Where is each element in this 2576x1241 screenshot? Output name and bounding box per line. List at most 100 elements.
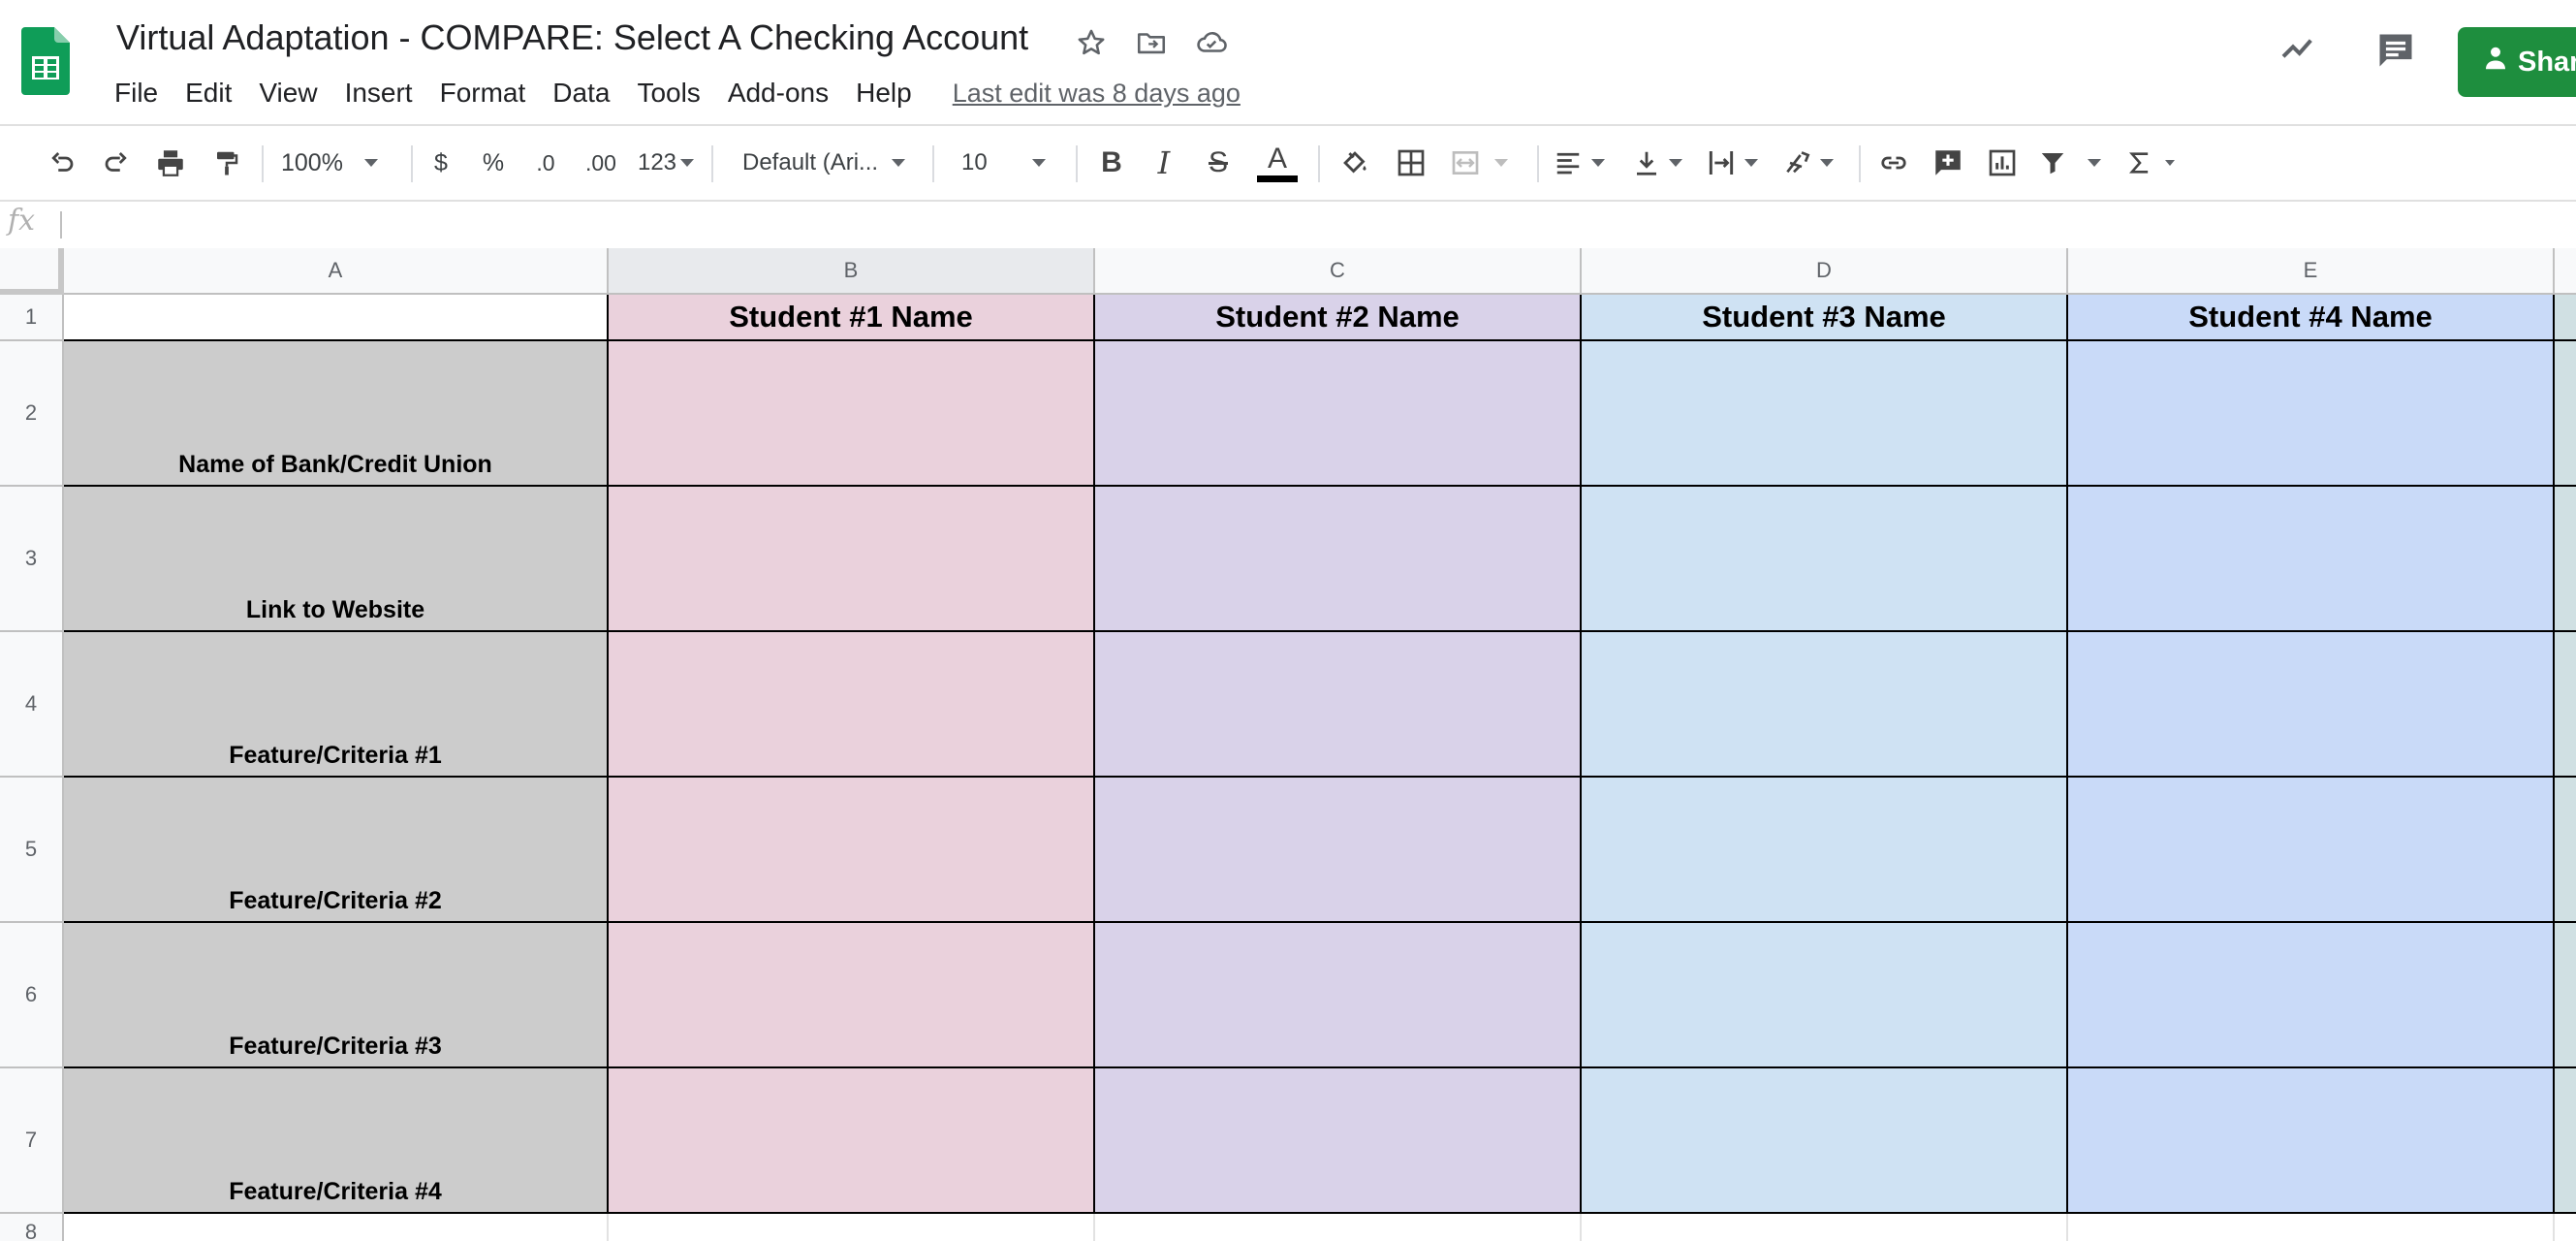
cell-a6[interactable]: Feature/Criteria #3	[64, 923, 609, 1068]
row-header-7[interactable]: 7	[0, 1068, 64, 1214]
percent-format-button[interactable]: %	[479, 138, 508, 188]
cell-d5[interactable]	[1582, 778, 2068, 923]
cell-d2[interactable]	[1582, 341, 2068, 487]
cell-b7[interactable]	[609, 1068, 1095, 1214]
cell-a3[interactable]: Link to Website	[64, 487, 609, 632]
row-header-1[interactable]: 1	[0, 295, 64, 341]
cell-d1[interactable]: Student #3 Name	[1582, 295, 2068, 341]
column-header-a[interactable]: A	[64, 248, 609, 295]
cell-d8[interactable]	[1582, 1214, 2068, 1241]
cell-a1[interactable]	[64, 295, 609, 341]
cell-d7[interactable]	[1582, 1068, 2068, 1214]
italic-button[interactable]: I	[1149, 138, 1178, 188]
row-header-6[interactable]: 6	[0, 923, 64, 1068]
vertical-align-icon[interactable]	[1632, 138, 1690, 188]
cell-c1[interactable]: Student #2 Name	[1095, 295, 1582, 341]
cell-f1[interactable]	[2555, 295, 2576, 341]
insert-chart-icon[interactable]	[1983, 138, 2022, 188]
cell-c3[interactable]	[1095, 487, 1582, 632]
cell-b2[interactable]	[609, 341, 1095, 487]
cell-b1[interactable]: Student #1 Name	[609, 295, 1095, 341]
more-formats-button[interactable]: 123	[634, 138, 698, 188]
cell-b5[interactable]	[609, 778, 1095, 923]
cell-e3[interactable]	[2068, 487, 2555, 632]
cell-a4[interactable]: Feature/Criteria #1	[64, 632, 609, 778]
column-header-b[interactable]: B	[609, 248, 1095, 295]
cell-b6[interactable]	[609, 923, 1095, 1068]
borders-icon[interactable]	[1392, 138, 1430, 188]
document-title[interactable]: Virtual Adaptation - COMPARE: Select A C…	[116, 17, 1028, 58]
bold-button[interactable]: B	[1097, 138, 1126, 188]
cell-e8[interactable]	[2068, 1214, 2555, 1241]
menu-view[interactable]: View	[245, 74, 330, 112]
filter-icon[interactable]	[2037, 138, 2109, 188]
currency-format-button[interactable]: $	[426, 138, 456, 188]
undo-icon[interactable]	[43, 138, 81, 188]
cell-d6[interactable]	[1582, 923, 2068, 1068]
column-header-d[interactable]: D	[1582, 248, 2068, 295]
functions-icon[interactable]	[2126, 138, 2184, 188]
row-header-3[interactable]: 3	[0, 487, 64, 632]
cell-f3[interactable]	[2555, 487, 2576, 632]
cell-c7[interactable]	[1095, 1068, 1582, 1214]
activity-trend-icon[interactable]	[2276, 29, 2320, 73]
decrease-decimal-button[interactable]: .0	[529, 138, 562, 188]
cell-b4[interactable]	[609, 632, 1095, 778]
cell-f5[interactable]	[2555, 778, 2576, 923]
column-header-e[interactable]: E	[2068, 248, 2555, 295]
row-header-5[interactable]: 5	[0, 778, 64, 923]
menu-help[interactable]: Help	[842, 74, 926, 112]
cell-b8[interactable]	[609, 1214, 1095, 1241]
cell-c8[interactable]	[1095, 1214, 1582, 1241]
move-folder-icon[interactable]	[1132, 23, 1171, 62]
redo-icon[interactable]	[97, 138, 136, 188]
text-rotation-icon[interactable]	[1781, 138, 1843, 188]
share-button[interactable]: Shar	[2458, 27, 2576, 97]
cell-e1[interactable]: Student #4 Name	[2068, 295, 2555, 341]
fill-color-icon[interactable]	[1335, 138, 1374, 188]
merge-cells-icon[interactable]	[1448, 138, 1518, 188]
cell-c6[interactable]	[1095, 923, 1582, 1068]
paint-format-icon[interactable]	[207, 138, 246, 188]
cell-e7[interactable]	[2068, 1068, 2555, 1214]
cell-f7[interactable]	[2555, 1068, 2576, 1214]
menu-tools[interactable]: Tools	[623, 74, 713, 112]
font-size-select[interactable]: 10	[961, 138, 1062, 188]
menu-add-ons[interactable]: Add-ons	[714, 74, 842, 112]
zoom-select[interactable]: 100%	[281, 138, 397, 188]
horizontal-align-icon[interactable]	[1553, 138, 1615, 188]
menu-format[interactable]: Format	[426, 74, 540, 112]
print-icon[interactable]	[151, 138, 190, 188]
comments-icon[interactable]	[2374, 29, 2417, 77]
cell-c4[interactable]	[1095, 632, 1582, 778]
cell-c2[interactable]	[1095, 341, 1582, 487]
menu-insert[interactable]: Insert	[331, 74, 426, 112]
cell-e2[interactable]	[2068, 341, 2555, 487]
cell-b3[interactable]	[609, 487, 1095, 632]
insert-link-icon[interactable]	[1874, 138, 1913, 188]
strikethrough-button[interactable]: S	[1204, 138, 1233, 188]
cell-e4[interactable]	[2068, 632, 2555, 778]
cloud-saved-icon[interactable]	[1192, 23, 1231, 62]
text-wrapping-icon[interactable]	[1706, 138, 1764, 188]
sheets-logo-icon[interactable]	[21, 27, 70, 100]
select-all-corner[interactable]	[0, 248, 64, 295]
star-icon[interactable]	[1072, 23, 1111, 62]
last-edit-link[interactable]: Last edit was 8 days ago	[953, 74, 1241, 112]
cell-a8[interactable]	[64, 1214, 609, 1241]
formula-input[interactable]	[70, 202, 2576, 246]
cell-f6[interactable]	[2555, 923, 2576, 1068]
column-header-next[interactable]	[2555, 248, 2576, 295]
cell-a5[interactable]: Feature/Criteria #2	[64, 778, 609, 923]
column-header-c[interactable]: C	[1095, 248, 1582, 295]
cell-e6[interactable]	[2068, 923, 2555, 1068]
menu-data[interactable]: Data	[539, 74, 623, 112]
cell-f2[interactable]	[2555, 341, 2576, 487]
cell-d4[interactable]	[1582, 632, 2068, 778]
cell-c5[interactable]	[1095, 778, 1582, 923]
cell-a7[interactable]: Feature/Criteria #4	[64, 1068, 609, 1214]
row-header-2[interactable]: 2	[0, 341, 64, 487]
cell-a2[interactable]: Name of Bank/Credit Union	[64, 341, 609, 487]
text-color-button[interactable]: A	[1256, 138, 1299, 188]
row-header-4[interactable]: 4	[0, 632, 64, 778]
